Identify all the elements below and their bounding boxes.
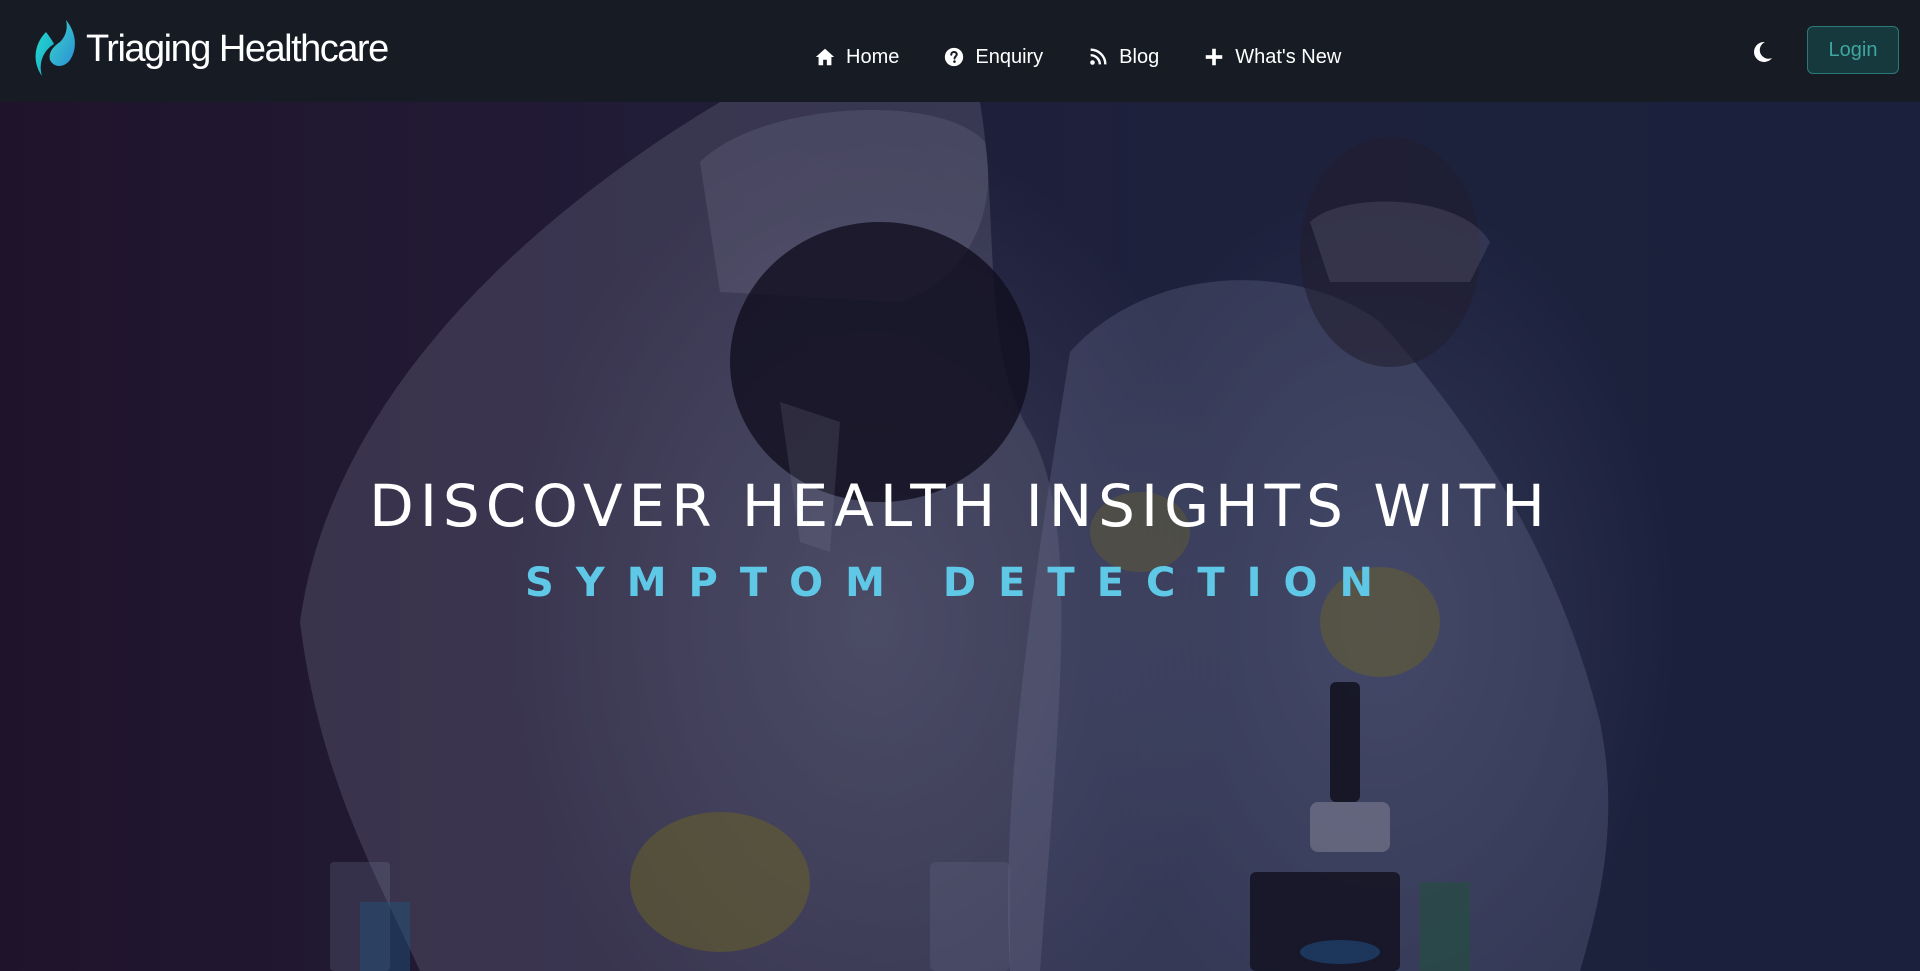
nav-item-label: Enquiry <box>975 45 1044 68</box>
brand-name: Triaging Healthcare <box>86 27 389 70</box>
main-nav: Home Enquiry Blog What's New <box>814 40 1341 74</box>
hero-subtitle: SYMPTOM DETECTION <box>524 560 1396 606</box>
nav-item-whats-new[interactable]: What's New <box>1203 40 1341 74</box>
droplet-leaf-logo-icon <box>35 20 75 76</box>
plus-icon <box>1205 48 1223 66</box>
nav-item-label: What's New <box>1235 45 1342 68</box>
brand[interactable]: Triaging Healthcare <box>32 18 389 80</box>
hero-title: DISCOVER HEALTH INSIGHTS WITH <box>369 472 1551 540</box>
top-navbar: Triaging Healthcare Home Enquiry Blog Wh… <box>0 0 1920 102</box>
nav-item-enquiry[interactable]: Enquiry <box>943 40 1043 74</box>
login-button[interactable]: Login <box>1807 26 1899 74</box>
nav-item-label: Home <box>846 45 900 68</box>
question-circle-icon <box>945 47 964 67</box>
rss-blog-icon <box>1090 48 1107 65</box>
nav-item-home[interactable]: Home <box>814 40 899 74</box>
nav-item-blog[interactable]: Blog <box>1087 40 1159 74</box>
moon-icon[interactable] <box>1748 38 1776 66</box>
hero-section: DISCOVER HEALTH INSIGHTS WITH SYMPTOM DE… <box>0 102 1920 971</box>
home-icon <box>815 48 835 66</box>
nav-item-label: Blog <box>1119 45 1160 68</box>
